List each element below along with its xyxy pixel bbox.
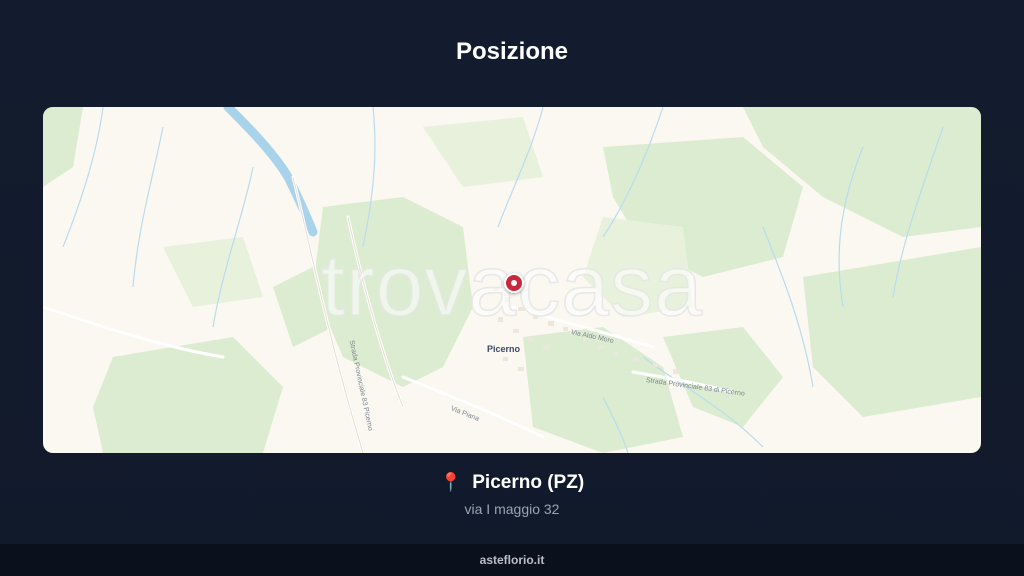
footer-site[interactable]: asteflorio.it <box>480 553 545 567</box>
page-title: Posizione <box>455 38 569 65</box>
location-name: Picerno (PZ) <box>472 472 585 493</box>
map-marker-icon[interactable] <box>504 273 524 293</box>
town-label: Picerno <box>487 344 521 354</box>
footer: asteflorio.it <box>0 544 1024 576</box>
location-address: via I maggio 32 <box>464 501 560 517</box>
location-title: 📍 Picerno (PZ) <box>0 472 1024 494</box>
pin-icon: 📍 <box>439 472 463 492</box>
map-view[interactable]: trovacasa Strada Provinciale 83 Picerno … <box>43 107 981 453</box>
